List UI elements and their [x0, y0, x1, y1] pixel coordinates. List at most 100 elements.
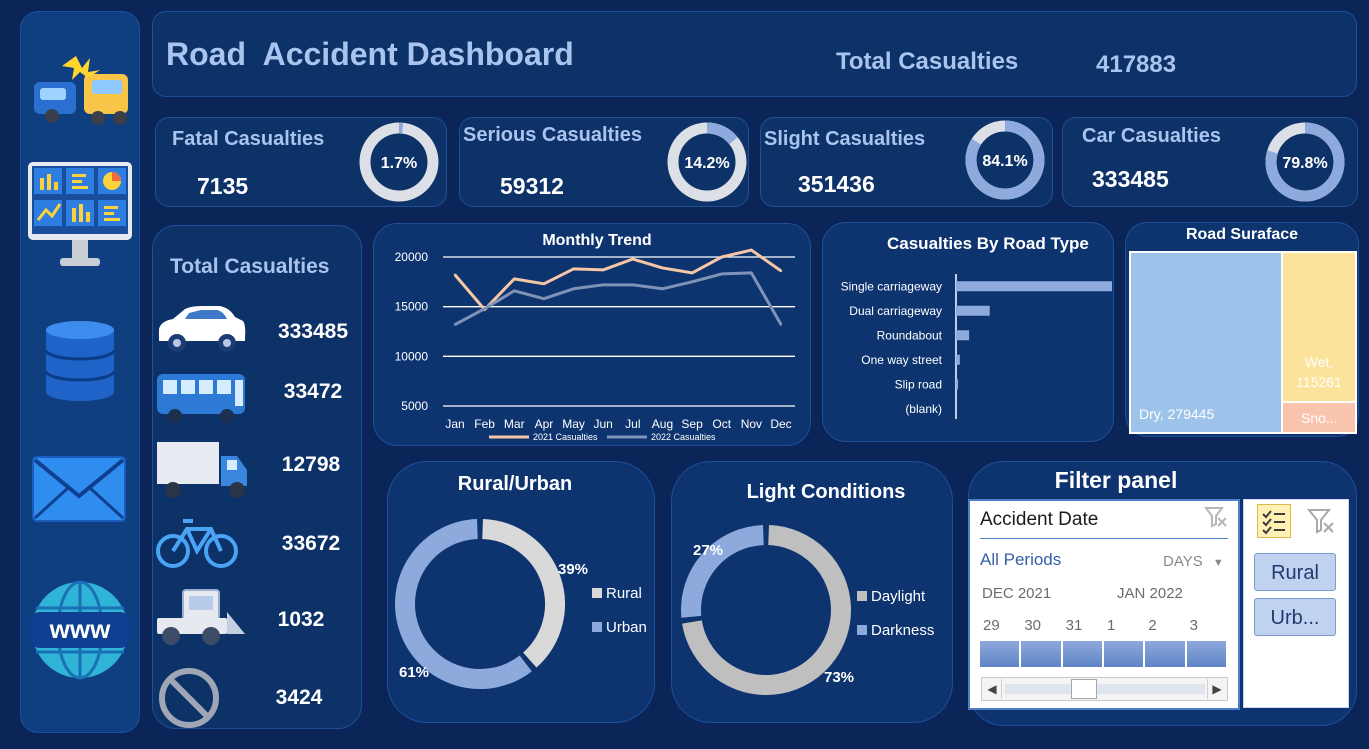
prohibited-icon [159, 668, 219, 728]
total-casualties-label: Total Casualties [836, 48, 1019, 75]
clear-filter-icon[interactable] [1307, 508, 1335, 534]
data-point [513, 277, 516, 281]
bus-casualties-value: 33472 [283, 380, 343, 403]
kpi-percent: 1.7% [381, 155, 417, 172]
x-tick-label: Nov [741, 417, 762, 431]
car-casualties-value: 333485 [277, 320, 349, 343]
x-tick-label: May [562, 417, 585, 431]
legend-label: Urban [606, 619, 647, 636]
x-tick-label: Jan [445, 417, 464, 431]
series-line-1 [453, 248, 782, 312]
kpi-label: Serious Casualties [463, 124, 642, 146]
data-point [661, 287, 664, 290]
timeline-day-label: 2 [1148, 617, 1157, 634]
data-point [572, 267, 575, 271]
data-point [661, 266, 664, 270]
bar [956, 281, 1112, 292]
kpi-value: 333485 [1092, 166, 1169, 192]
bar [956, 330, 970, 341]
data-label: 61% [399, 664, 429, 681]
data-point [601, 268, 605, 272]
treemap-label: 115261 [1296, 374, 1342, 390]
legend-label: Darkness [871, 622, 934, 639]
bus-icon [157, 374, 245, 423]
multi-select-icon[interactable] [1257, 504, 1291, 538]
legend-label: 2022 Casualties [651, 432, 716, 442]
timeline-day-label: 31 [1065, 617, 1083, 634]
www-globe-icon: www [30, 580, 130, 680]
road-surface-treemap: Dry, 279445 Wet, 115261 Sno... [1129, 251, 1357, 434]
category-label: Slip road [895, 377, 942, 391]
clear-filter-icon[interactable] [1204, 506, 1228, 528]
legend-swatch [857, 591, 867, 601]
kpi-ring: 84.1% [965, 120, 1045, 200]
slicer-option-rural[interactable]: Rural [1254, 553, 1336, 591]
legend-label: Rural [606, 585, 642, 602]
bicycle-icon [156, 519, 238, 568]
chart-title: Road Suraface [1185, 226, 1299, 243]
legend-swatch [857, 625, 867, 635]
timeline-divider [980, 538, 1228, 539]
timeline-level-label: DAYS [1163, 553, 1203, 570]
data-point [483, 307, 486, 310]
x-tick-label: Dec [770, 417, 791, 431]
timeline-period[interactable]: All Periods [980, 550, 1061, 570]
data-label: 27% [693, 542, 723, 559]
x-tick-label: Jul [625, 417, 640, 431]
mail-icon [32, 456, 126, 522]
agricultural-vehicle-icon [157, 589, 245, 645]
timeline-days: 29 30 31 1 2 3 [980, 617, 1228, 637]
donut-slice [481, 519, 565, 668]
bicycle-casualties-value: 33672 [281, 532, 341, 555]
timeline-day-cell[interactable] [980, 641, 1020, 667]
scroll-right-icon[interactable]: ▶ [1207, 679, 1226, 699]
legend-swatch [592, 588, 602, 598]
treemap-label: Sno... [1301, 410, 1338, 426]
bar [956, 305, 990, 316]
truck-casualties-value: 12798 [281, 453, 341, 476]
kpi-ring: 1.7% [359, 122, 439, 202]
data-point [453, 273, 457, 277]
data-point [631, 283, 635, 287]
rural-urban-donut: 39% Rural 61% Urban [395, 519, 647, 689]
data-point [750, 271, 753, 275]
x-tick-label: Aug [652, 417, 673, 431]
timeline-bar[interactable] [980, 641, 1228, 667]
data-point [690, 271, 694, 275]
vehicle-panel-title: Total Casualties [170, 255, 330, 278]
y-tick-label: 10000 [395, 349, 429, 363]
timeline-day-cell[interactable] [1021, 641, 1061, 667]
category-label: (blank) [905, 402, 942, 416]
timeline-day-cell[interactable] [1062, 641, 1102, 667]
scroll-thumb[interactable] [1071, 679, 1097, 699]
data-point [572, 287, 575, 290]
timeline-level-dropdown[interactable]: DAYS ▼ [1163, 553, 1224, 570]
treemap-label: Wet, [1305, 354, 1334, 370]
timeline-day-cell[interactable] [1186, 641, 1226, 667]
agricultural-casualties-value: 1032 [277, 608, 325, 631]
x-tick-label: Feb [474, 417, 495, 431]
data-point [631, 257, 635, 261]
x-tick-label: Jun [594, 417, 613, 431]
y-tick-label: 15000 [395, 300, 429, 314]
slicer-option-urban[interactable]: Urb... [1254, 598, 1336, 636]
timeline-month: DEC 2021 [982, 585, 1052, 602]
data-point [601, 283, 605, 287]
category-label: Single carriageway [841, 279, 942, 293]
scroll-track [1005, 684, 1205, 694]
data-point [542, 282, 546, 286]
data-point [779, 323, 783, 326]
timeline-day-cell[interactable] [1145, 641, 1185, 667]
car-crash-icon [34, 56, 128, 125]
dashboard-title: Road Accident Dashboard [166, 36, 574, 72]
kpi-label: Fatal Casualties [172, 128, 325, 150]
data-label: 73% [824, 669, 854, 686]
timeline-day-label: 29 [983, 617, 1000, 634]
x-tick-label: Oct [712, 417, 731, 431]
data-point [453, 323, 457, 326]
donut-slice [395, 519, 532, 689]
scroll-left-icon[interactable]: ◀ [983, 679, 1002, 699]
x-tick-label: Apr [535, 417, 554, 431]
timeline-day-cell[interactable] [1104, 641, 1144, 667]
database-icon [44, 321, 116, 401]
